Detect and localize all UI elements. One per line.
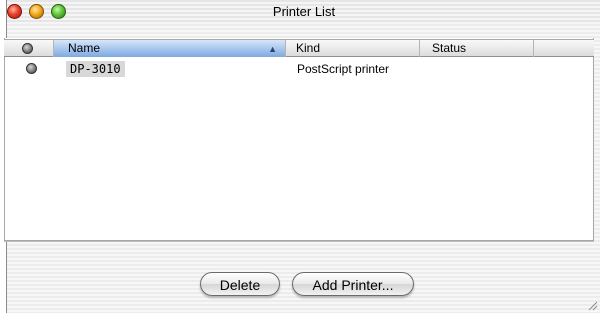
table-bottom-divider — [4, 241, 594, 242]
column-header-status-label: Status — [432, 41, 467, 55]
column-header-name-label: Name — [68, 41, 101, 55]
column-header-status[interactable]: Status — [420, 40, 534, 57]
printer-name-cell[interactable]: DP-3010 — [66, 61, 125, 77]
add-printer-button[interactable]: Add Printer... — [292, 272, 414, 296]
delete-button[interactable]: Delete — [200, 272, 280, 296]
title-bar: Printer List — [7, 0, 600, 24]
status-dot-icon — [26, 63, 37, 74]
printer-kind-cell: PostScript printer — [297, 62, 390, 76]
column-header-name[interactable]: Name ▲ — [54, 40, 286, 57]
column-header-kind-label: Kind — [296, 41, 321, 55]
column-header-status-dot[interactable] — [4, 40, 54, 57]
table-row[interactable]: DP-3010 PostScript printer — [4, 60, 584, 78]
column-header-kind[interactable]: Kind — [286, 40, 420, 57]
table-header: Name ▲ Kind Status — [4, 39, 594, 57]
status-dot-icon — [22, 43, 33, 54]
resize-grip-icon[interactable] — [586, 299, 598, 311]
sort-ascending-icon: ▲ — [268, 44, 277, 54]
window-title: Printer List — [272, 4, 336, 19]
